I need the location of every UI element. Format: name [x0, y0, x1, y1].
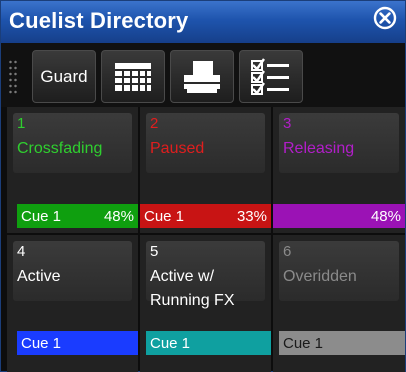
cue-label: Cue 1 — [144, 207, 185, 225]
cuelist-directory-window: Cuelist Directory Guard 1 Crossfading Cu… — [0, 0, 406, 372]
guard-button[interactable]: Guard — [32, 50, 96, 103]
grid-icon — [115, 62, 151, 91]
cue-label: Cue 1 — [21, 334, 62, 352]
window-title: Cuelist Directory — [9, 8, 189, 33]
cuelist-tile-1[interactable]: 1 Crossfading Cue 1 48% — [7, 107, 138, 233]
drag-grip-icon[interactable] — [8, 59, 18, 95]
cuelist-number: 3 — [283, 115, 292, 132]
progress-percent: 48% — [370, 207, 401, 225]
toolbar: Guard — [1, 43, 405, 107]
progress-percent: 33% — [236, 207, 267, 225]
title-bar[interactable]: Cuelist Directory — [1, 1, 405, 43]
cuelist-tile-5[interactable]: 5 Active w/ Running FX Cue 1 — [140, 235, 271, 372]
guard-button-label: Guard — [40, 66, 88, 86]
printer-button[interactable] — [170, 50, 234, 103]
cue-label: Cue 1 — [283, 334, 324, 352]
cuelist-number: 6 — [283, 243, 292, 260]
grid-view-button[interactable] — [101, 50, 165, 103]
cuelist-name: Releasing — [283, 140, 355, 157]
cuelist-cue-bar: Cue 1 — [146, 331, 271, 355]
progress-percent: 48% — [103, 207, 134, 225]
cuelist-name: Active — [17, 268, 61, 285]
checklist-icon — [251, 57, 289, 95]
cuelist-grid: 1 Crossfading Cue 1 48% 2 Paused Cue 1 3… — [7, 107, 405, 372]
cuelist-name: Overidden — [283, 268, 357, 285]
cuelist-progress-bar: Cue 1 48% — [17, 204, 138, 228]
close-icon[interactable] — [371, 6, 399, 34]
cuelist-cue-bar: Cue 1 — [17, 331, 138, 355]
cuelist-progress-bar: Cue 1 33% — [140, 204, 271, 228]
cue-label: Cue 1 — [150, 334, 191, 352]
cuelist-name: Paused — [150, 140, 205, 157]
checklist-button[interactable] — [239, 50, 303, 103]
cuelist-name: Active w/ Running FX — [150, 268, 235, 309]
cuelist-tile-4[interactable]: 4 Active Cue 1 — [7, 235, 138, 372]
cuelist-tile-3[interactable]: 3 Releasing 48% — [273, 107, 405, 233]
cuelist-number: 1 — [17, 115, 26, 132]
cuelist-cue-bar: Cue 1 — [279, 331, 405, 355]
cuelist-number: 5 — [150, 243, 159, 260]
printer-icon — [184, 60, 220, 93]
cuelist-name: Crossfading — [17, 140, 103, 157]
cuelist-progress-bar: 48% — [273, 204, 405, 228]
cuelist-number: 4 — [17, 243, 26, 260]
cuelist-tile-6[interactable]: 6 Overidden Cue 1 — [273, 235, 405, 372]
cuelist-tile-2[interactable]: 2 Paused Cue 1 33% — [140, 107, 271, 233]
cue-label: Cue 1 — [21, 207, 62, 225]
cuelist-number: 2 — [150, 115, 159, 132]
